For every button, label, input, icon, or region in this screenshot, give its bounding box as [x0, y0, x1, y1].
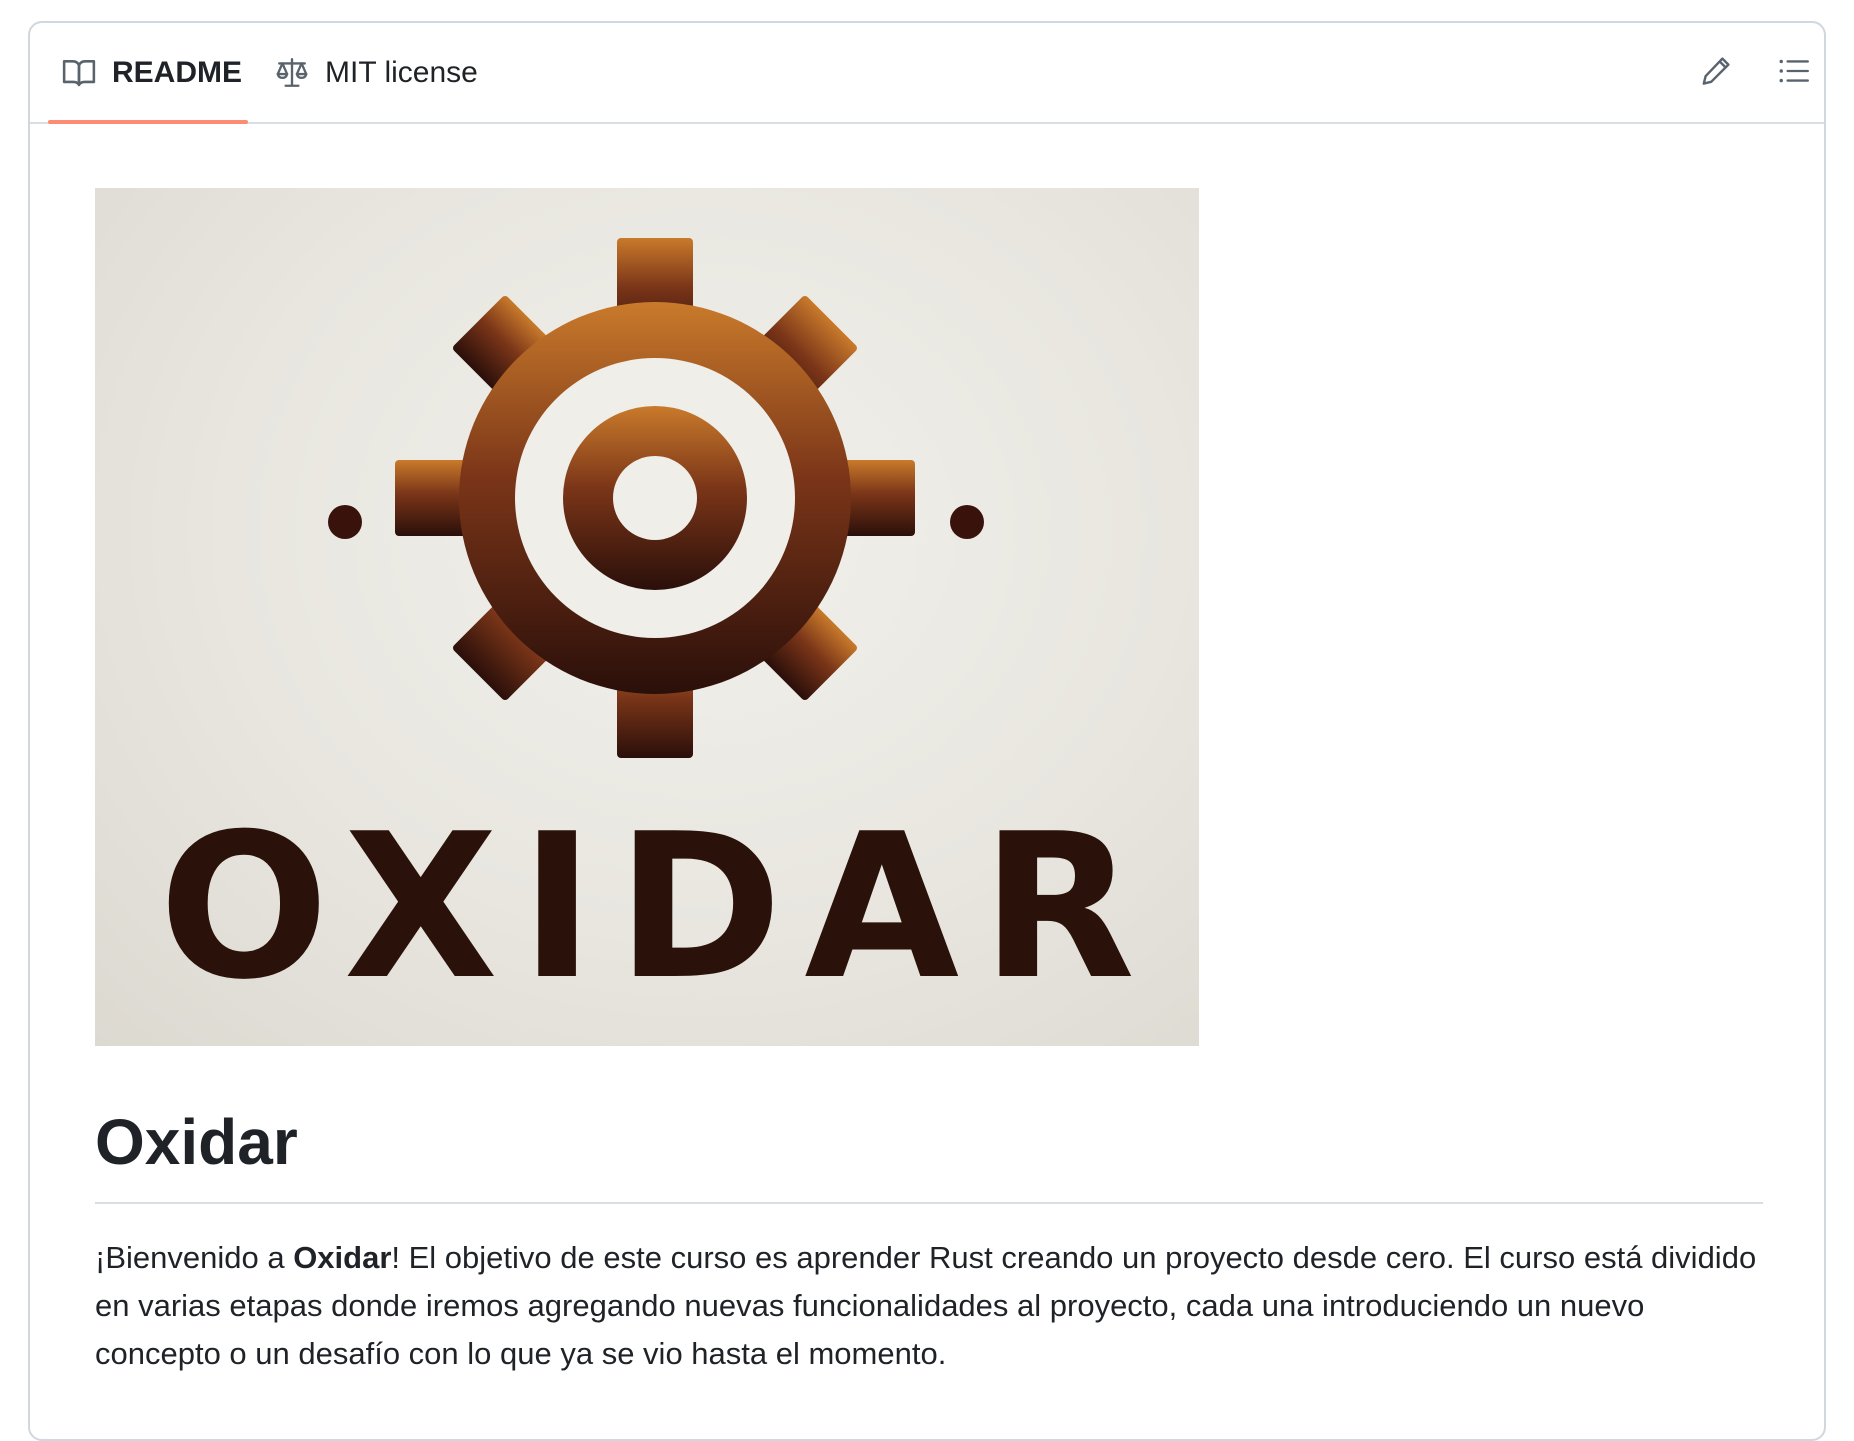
- book-icon: [62, 56, 96, 90]
- edit-file-button[interactable]: [1694, 51, 1738, 95]
- readme-content: OXIDAR Oxidar ¡Bienvenido a Oxidar! El o…: [95, 188, 1763, 1378]
- intro-prefix: ¡Bienvenido a: [95, 1239, 294, 1275]
- outline-button[interactable]: [1772, 51, 1816, 95]
- logo-dot-right: [950, 505, 984, 539]
- logo-wordmark: OXIDAR: [158, 791, 1158, 1024]
- tab-readme[interactable]: README: [48, 23, 248, 124]
- readme-intro-paragraph: ¡Bienvenido a Oxidar! El objetivo de est…: [95, 1234, 1763, 1378]
- gear-icon: [395, 238, 915, 758]
- oxidar-logo-image: OXIDAR: [95, 188, 1199, 1046]
- law-scale-icon: [275, 56, 309, 90]
- tab-license[interactable]: MIT license: [275, 23, 478, 122]
- intro-project-name: Oxidar: [293, 1239, 392, 1275]
- logo-dot-left: [328, 505, 362, 539]
- list-unordered-icon: [1777, 54, 1811, 93]
- readme-card: README MIT license OXIDAR Oxidar ¡Bienve…: [28, 21, 1826, 1441]
- pencil-icon: [1700, 55, 1732, 92]
- readme-tab-bar: README MIT license: [30, 23, 1824, 124]
- active-tab-indicator: [48, 120, 248, 124]
- readme-title: Oxidar: [95, 1106, 1763, 1204]
- tab-readme-label: README: [112, 55, 243, 89]
- tab-license-label: MIT license: [325, 55, 478, 89]
